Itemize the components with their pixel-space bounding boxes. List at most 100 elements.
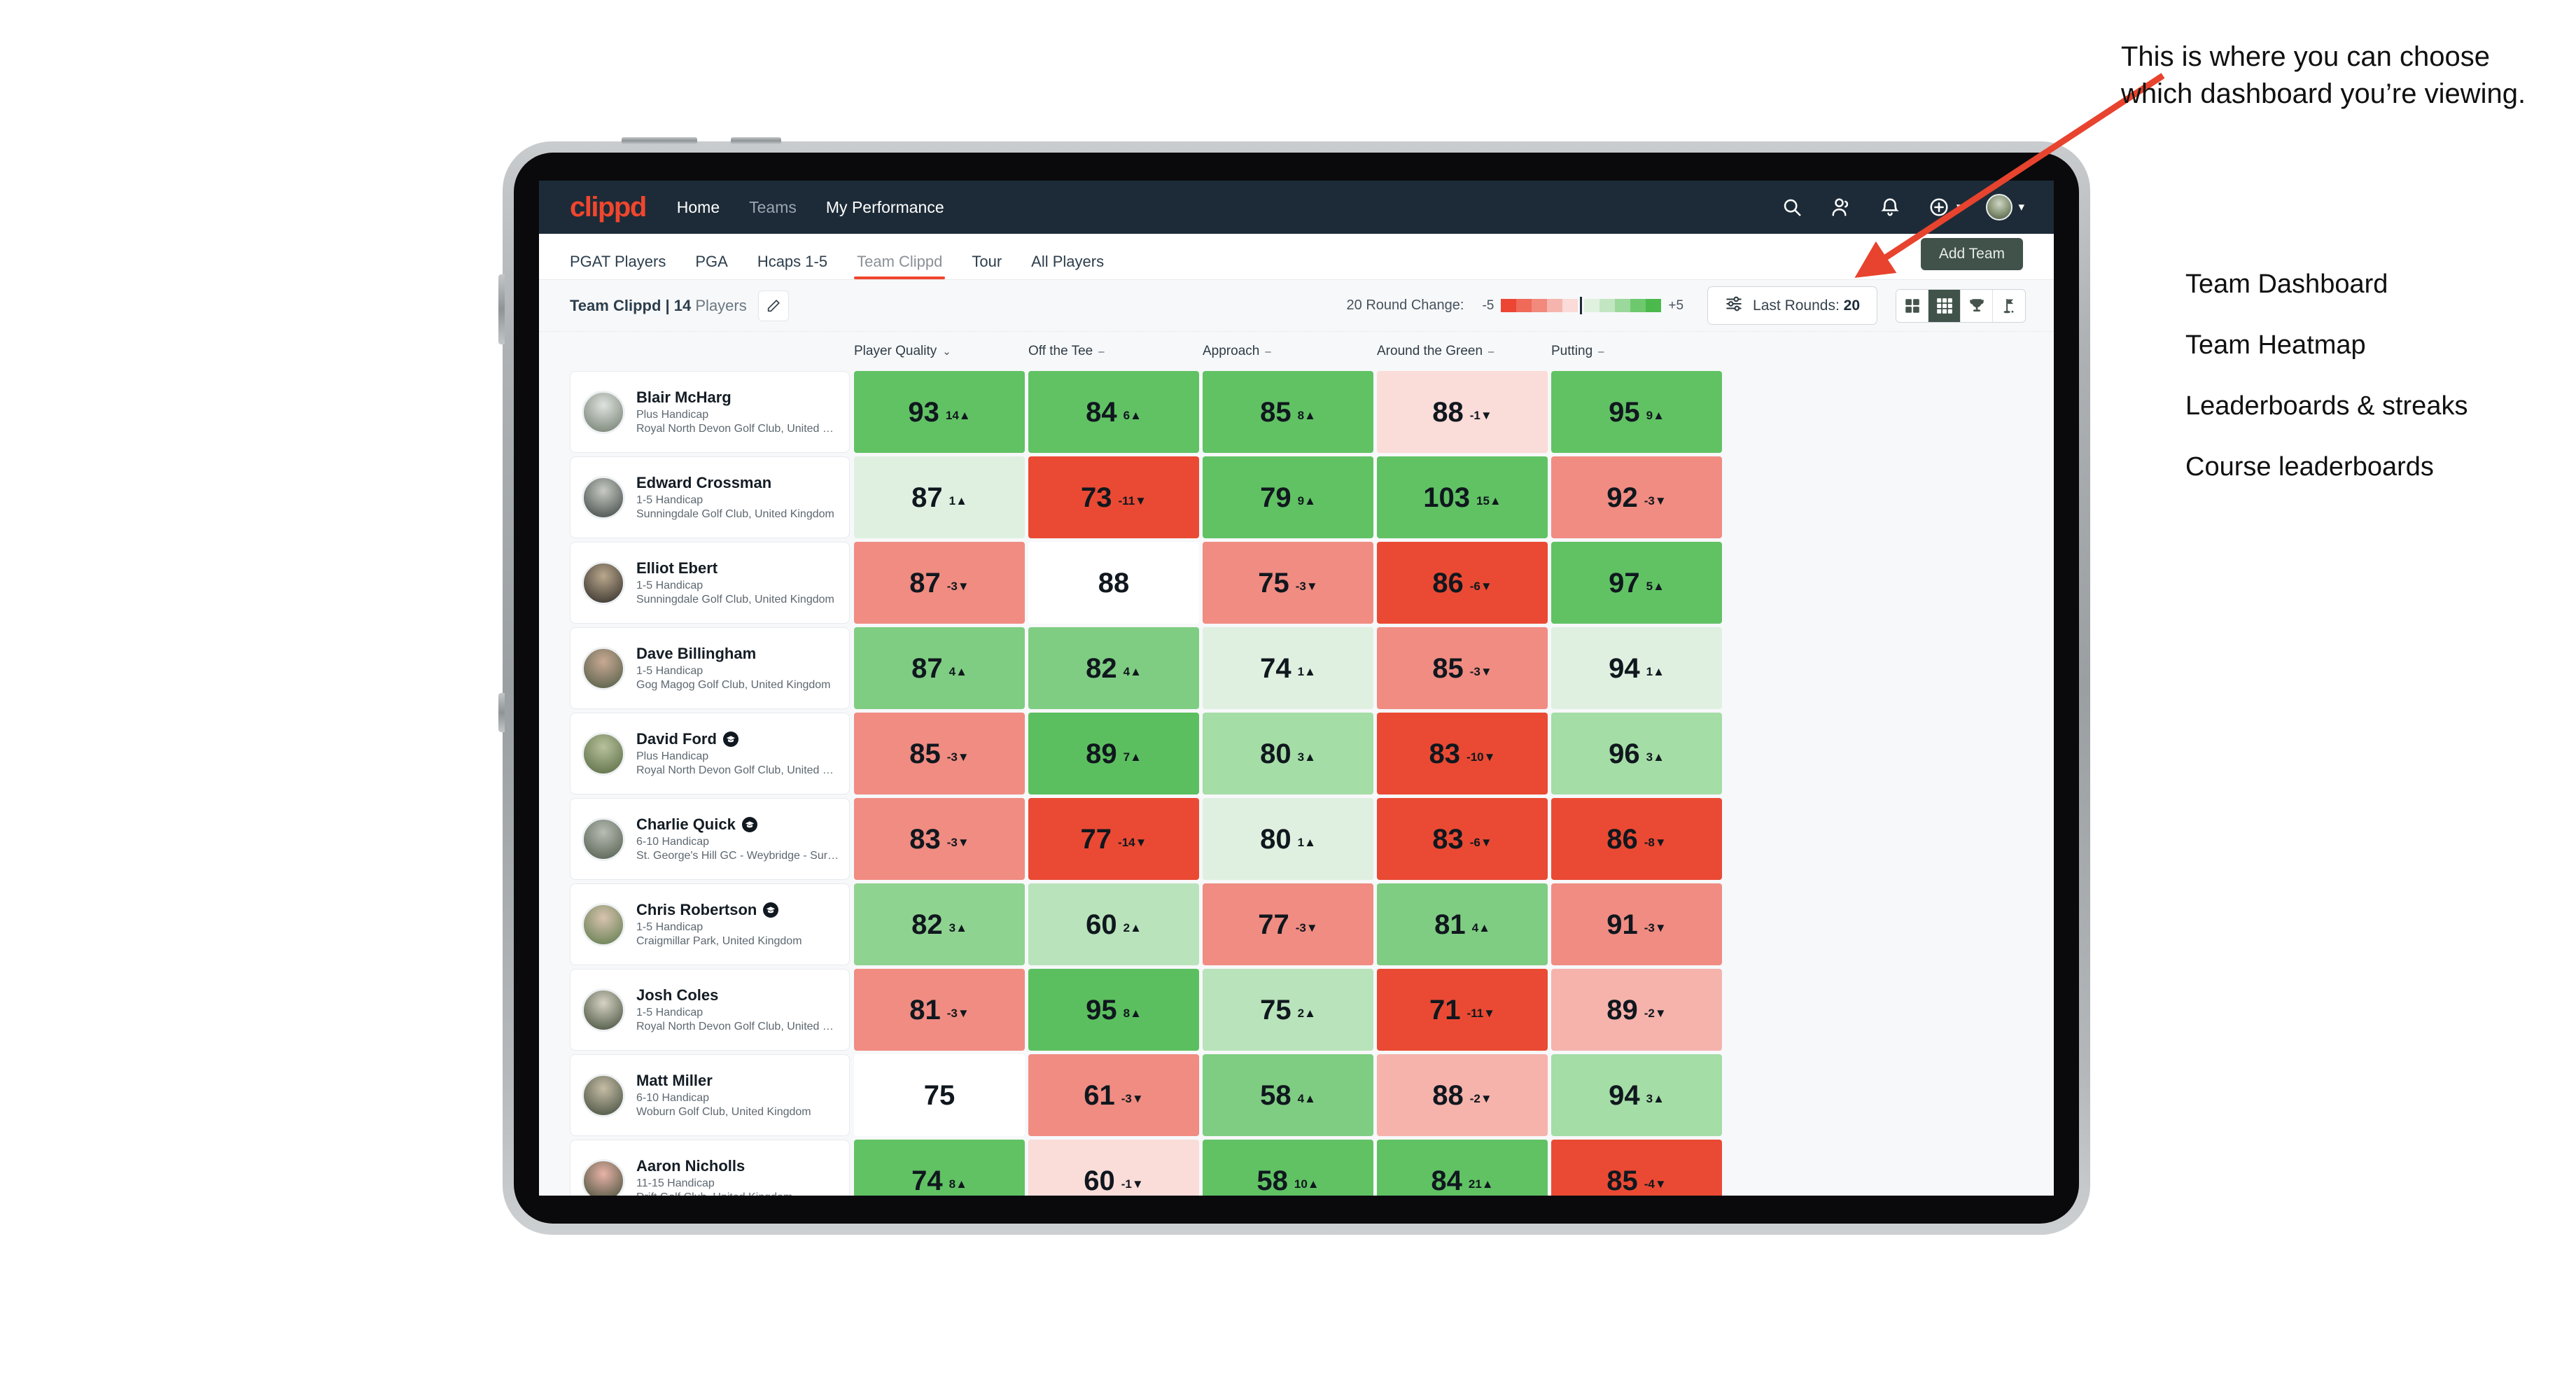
heatmap-cell[interactable]: 88 -1▼ bbox=[1377, 371, 1548, 453]
heatmap-cell[interactable]: 81 4▲ bbox=[1377, 883, 1548, 965]
table-row[interactable]: Elliot Ebert 1-5 Handicap Sunningdale Golf… bbox=[570, 542, 2026, 624]
heatmap-cell[interactable]: 81 -3▼ bbox=[854, 969, 1025, 1051]
tab-pgat-players[interactable]: PGAT Players bbox=[570, 253, 666, 279]
table-row[interactable]: Dave Billingham 1-5 Handicap Gog Magog Gol… bbox=[570, 627, 2026, 709]
tab-hcaps-1-5[interactable]: Hcaps 1-5 bbox=[757, 253, 827, 279]
heatmap-cell[interactable]: 95 9▲ bbox=[1551, 371, 1722, 453]
heatmap-cell[interactable]: 95 8▲ bbox=[1028, 969, 1199, 1051]
heatmap-cell[interactable]: 87 4▲ bbox=[854, 627, 1025, 709]
heatmap-cell[interactable]: 58 4▲ bbox=[1203, 1054, 1373, 1136]
table-row[interactable]: Matt Miller 6-10 Handicap Woburn Golf Club… bbox=[570, 1054, 2026, 1136]
heatmap-cell[interactable]: 92 -3▼ bbox=[1551, 456, 1722, 538]
heatmap-cell[interactable]: 88 -2▼ bbox=[1377, 1054, 1548, 1136]
heatmap-cell[interactable]: 94 1▲ bbox=[1551, 627, 1722, 709]
heatmap-cell[interactable]: 77 -14▼ bbox=[1028, 798, 1199, 880]
heatmap-cell[interactable]: 83 -10▼ bbox=[1377, 713, 1548, 794]
player-meta: Chris Robertson 1-5 Handicap Craigmillar P… bbox=[636, 901, 802, 948]
heatmap-cell-value: 96 bbox=[1609, 738, 1640, 769]
player-cell[interactable]: David Ford Plus Handicap Royal North Devon… bbox=[570, 713, 850, 794]
heatmap-cell[interactable]: 60 -1▼ bbox=[1028, 1140, 1199, 1196]
column-header-player-quality[interactable]: Player Quality ⌄ bbox=[854, 344, 1028, 359]
clippd-logo[interactable]: clippd bbox=[570, 193, 647, 221]
nav-link-my-performance[interactable]: My Performance bbox=[826, 198, 944, 217]
table-row[interactable]: Charlie Quick 6-10 Handicap St. George's H… bbox=[570, 798, 2026, 880]
table-row[interactable]: Edward Crossman 1-5 Handicap Sunningdale G… bbox=[570, 456, 2026, 538]
player-handicap: 1-5 Handicap bbox=[636, 580, 704, 592]
heatmap-cell[interactable]: 94 3▲ bbox=[1551, 1054, 1722, 1136]
heatmap-cell[interactable]: 61 -3▼ bbox=[1028, 1054, 1199, 1136]
heatmap-cell[interactable]: 86 -8▼ bbox=[1551, 798, 1722, 880]
heatmap-cell[interactable]: 80 1▲ bbox=[1203, 798, 1373, 880]
heatmap-cell[interactable]: 85 8▲ bbox=[1203, 371, 1373, 453]
player-cell[interactable]: Elliot Ebert 1-5 Handicap Sunningdale Golf… bbox=[570, 542, 850, 624]
heatmap-cell[interactable]: 71 -11▼ bbox=[1377, 969, 1548, 1051]
heatmap-cell[interactable]: 83 -6▼ bbox=[1377, 798, 1548, 880]
heatmap-cell[interactable]: 84 6▲ bbox=[1028, 371, 1199, 453]
heatmap-cell[interactable]: 82 3▲ bbox=[854, 883, 1025, 965]
team-heatmap: Player Quality ⌄ Off the Tee – Approach – Arou… bbox=[539, 332, 2054, 1196]
column-header-around-the-green[interactable]: Around the Green – bbox=[1377, 344, 1551, 359]
heatmap-cell[interactable]: 96 3▲ bbox=[1551, 713, 1722, 794]
column-header-putting[interactable]: Putting – bbox=[1551, 344, 1726, 359]
tab-all-players[interactable]: All Players bbox=[1031, 253, 1104, 279]
nav-link-teams[interactable]: Teams bbox=[749, 198, 797, 217]
heatmap-cell[interactable]: 73 -11▼ bbox=[1028, 456, 1199, 538]
heatmap-cell[interactable]: 89 -2▼ bbox=[1551, 969, 1722, 1051]
table-row[interactable]: Josh Coles 1-5 Handicap Royal North Devon … bbox=[570, 969, 2026, 1051]
heatmap-cell[interactable]: 79 9▲ bbox=[1203, 456, 1373, 538]
heatmap-cell[interactable]: 85 -4▼ bbox=[1551, 1140, 1722, 1196]
heatmap-cell[interactable]: 91 -3▼ bbox=[1551, 883, 1722, 965]
heatmap-cell[interactable]: 75 -3▼ bbox=[1203, 542, 1373, 624]
table-row[interactable]: David Ford Plus Handicap Royal North Devon… bbox=[570, 713, 2026, 794]
heatmap-cell[interactable]: 97 5▲ bbox=[1551, 542, 1722, 624]
player-cell[interactable]: Charlie Quick 6-10 Handicap St. George's H… bbox=[570, 798, 850, 880]
column-header-approach[interactable]: Approach – bbox=[1203, 344, 1377, 359]
tab-team-clippd[interactable]: Team Clippd bbox=[854, 253, 946, 279]
player-handicap: 6-10 Handicap bbox=[636, 836, 710, 848]
heatmap-cell[interactable]: 75 bbox=[854, 1054, 1025, 1136]
heatmap-cell[interactable]: 87 1▲ bbox=[854, 456, 1025, 538]
heatmap-cell[interactable]: 85 -3▼ bbox=[1377, 627, 1548, 709]
heatmap-cell[interactable]: 89 7▲ bbox=[1028, 713, 1199, 794]
option-team-dashboard: Team Dashboard bbox=[2185, 270, 2388, 299]
table-row[interactable]: Blair McHarg Plus Handicap Royal North Dev… bbox=[570, 371, 2026, 453]
screenshot-root: clippd Home Teams My Performance ▾ PGAT … bbox=[0, 0, 2576, 1386]
heatmap-cell[interactable]: 58 10▲ bbox=[1203, 1140, 1373, 1196]
heatmap-cell[interactable]: 103 15▲ bbox=[1377, 456, 1548, 538]
tab-tour[interactable]: Tour bbox=[972, 253, 1002, 279]
heatmap-cell[interactable]: 77 -3▼ bbox=[1203, 883, 1373, 965]
heatmap-cell[interactable]: 93 14▲ bbox=[854, 371, 1025, 453]
column-header-label: Putting bbox=[1551, 344, 1593, 358]
player-cell[interactable]: Matt Miller 6-10 Handicap Woburn Golf Club… bbox=[570, 1054, 850, 1136]
heatmap-cell[interactable]: 85 -3▼ bbox=[854, 713, 1025, 794]
nav-link-home[interactable]: Home bbox=[677, 198, 720, 217]
heatmap-cell-value: 77 bbox=[1258, 909, 1289, 940]
player-cell[interactable]: Blair McHarg Plus Handicap Royal North Dev… bbox=[570, 371, 850, 453]
chevron-down-icon: ⌄ bbox=[942, 346, 951, 358]
table-row[interactable]: Aaron Nicholls 11-15 Handicap Drift Golf C… bbox=[570, 1140, 2026, 1196]
table-row[interactable]: Chris Robertson 1-5 Handicap Craigmillar P… bbox=[570, 883, 2026, 965]
power-button bbox=[622, 137, 697, 144]
heatmap-cell[interactable]: 83 -3▼ bbox=[854, 798, 1025, 880]
heatmap-cell[interactable]: 86 -6▼ bbox=[1377, 542, 1548, 624]
heatmap-cell[interactable]: 82 4▲ bbox=[1028, 627, 1199, 709]
heatmap-cell[interactable]: 88 bbox=[1028, 542, 1199, 624]
heatmap-cell-delta: 1▲ bbox=[948, 493, 967, 507]
heatmap-cell[interactable]: 60 2▲ bbox=[1028, 883, 1199, 965]
player-cell[interactable]: Dave Billingham 1-5 Handicap Gog Magog Gol… bbox=[570, 627, 850, 709]
heatmap-cell[interactable]: 75 2▲ bbox=[1203, 969, 1373, 1051]
heatmap-cell[interactable]: 74 8▲ bbox=[854, 1140, 1025, 1196]
player-cell[interactable]: Chris Robertson 1-5 Handicap Craigmillar P… bbox=[570, 883, 850, 965]
pencil-icon[interactable] bbox=[757, 290, 789, 321]
player-cell[interactable]: Aaron Nicholls 11-15 Handicap Drift Golf C… bbox=[570, 1140, 850, 1196]
heatmap-cell[interactable]: 80 3▲ bbox=[1203, 713, 1373, 794]
heatmap-cell[interactable]: 74 1▲ bbox=[1203, 627, 1373, 709]
heatmap-cell-delta: 1▲ bbox=[1297, 835, 1316, 849]
heatmap-cell[interactable]: 84 21▲ bbox=[1377, 1140, 1548, 1196]
player-cell[interactable]: Edward Crossman 1-5 Handicap Sunningdale G… bbox=[570, 456, 850, 538]
column-header-off-the-tee[interactable]: Off the Tee – bbox=[1028, 344, 1203, 359]
tab-pga[interactable]: PGA bbox=[695, 253, 727, 279]
player-cell[interactable]: Josh Coles 1-5 Handicap Royal North Devon … bbox=[570, 969, 850, 1051]
search-icon[interactable] bbox=[1780, 195, 1804, 219]
heatmap-cell[interactable]: 87 -3▼ bbox=[854, 542, 1025, 624]
